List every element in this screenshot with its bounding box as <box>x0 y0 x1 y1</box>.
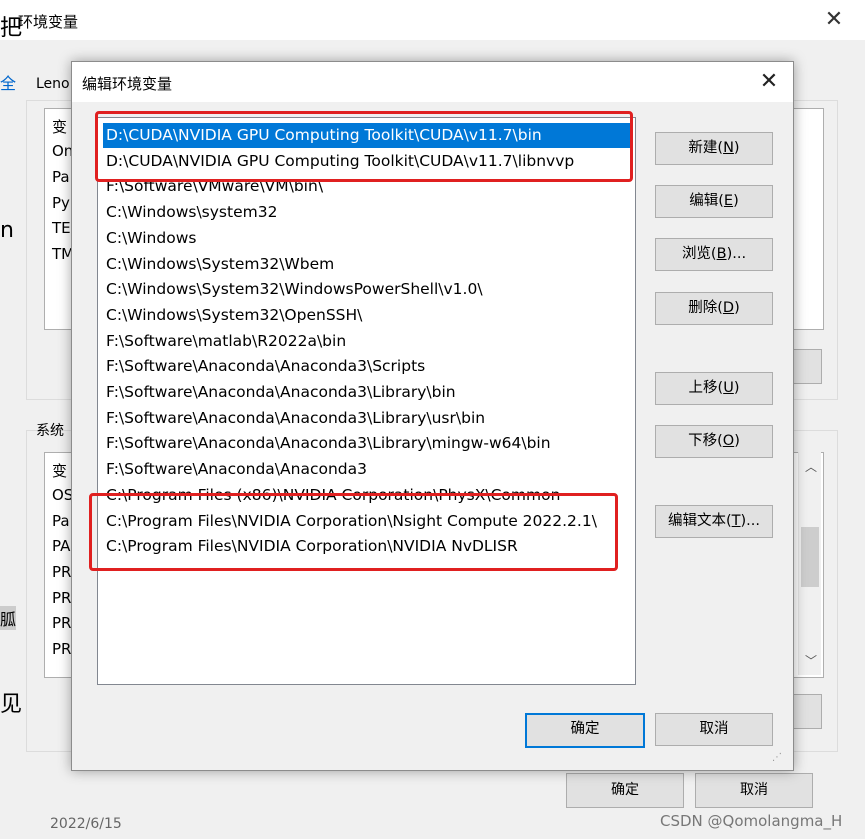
bg-system-list-item: PR <box>52 589 72 607</box>
highlight-box-nvidia <box>89 493 618 571</box>
bg-user-list-item: Py <box>52 194 70 212</box>
bg-user-group-label: Leno <box>36 76 70 92</box>
dialog-title: 编辑环境变量 <box>82 75 173 93</box>
path-list-item[interactable]: F:\Software\Anaconda\Anaconda3\Library\m… <box>103 431 551 456</box>
path-list-item[interactable]: C:\Windows\System32\Wbem <box>103 252 334 277</box>
bg-edge-char: 胍 <box>0 606 17 630</box>
new-button[interactable]: 新建(N) <box>655 132 773 165</box>
watermark: CSDN @Qomolangma_H <box>660 812 843 830</box>
dialog-title-bar: 编辑环境变量 ✕ <box>72 62 793 102</box>
bg-system-list-item: Pa <box>52 512 70 530</box>
bg-system-list-item: PA <box>52 537 71 555</box>
bg-ok-button[interactable]: 确定 <box>566 773 684 808</box>
bg-edge-char: 把 <box>0 16 23 41</box>
path-list-item[interactable]: F:\Software\matlab\R2022a\bin <box>103 329 346 354</box>
bg-edge-char: n <box>0 218 14 243</box>
bg-window-title: 环境变量 <box>18 13 79 31</box>
path-list-item[interactable]: C:\Windows\system32 <box>103 200 277 225</box>
scroll-up-icon[interactable]: ︿ <box>805 458 817 475</box>
bg-edge-char: 见 <box>0 692 23 717</box>
bg-system-list-item: PR <box>52 640 72 658</box>
delete-button[interactable]: 删除(D) <box>655 292 773 325</box>
edit-button[interactable]: 编辑(E) <box>655 185 773 218</box>
path-list-item[interactable]: F:\Software\Anaconda\Anaconda3\Library\u… <box>103 406 485 431</box>
highlight-box-cuda <box>95 111 633 182</box>
bg-user-list-item: 变 <box>52 118 68 136</box>
cancel-button[interactable]: 取消 <box>655 713 773 746</box>
ok-button[interactable]: 确定 <box>525 713 645 748</box>
bg-cancel-button[interactable]: 取消 <box>695 773 813 808</box>
bg-edge-char: 全 <box>0 74 17 93</box>
path-list-item[interactable]: F:\Software\Anaconda\Anaconda3\Scripts <box>103 354 425 379</box>
resize-grip-icon[interactable]: ⋰ <box>772 752 782 763</box>
bg-user-list-item: Pa <box>52 168 70 186</box>
edit-text-button[interactable]: 编辑文本(T)... <box>655 505 773 538</box>
bg-title-bar: 环境变量 ✕ <box>0 0 865 40</box>
bg-system-list-item: 变 <box>52 462 68 480</box>
scroll-thumb[interactable] <box>801 527 819 587</box>
path-list-item[interactable]: C:\Windows\System32\WindowsPowerShell\v1… <box>103 277 483 302</box>
move-down-button[interactable]: 下移(O) <box>655 425 773 458</box>
bg-user-button-partial[interactable] <box>792 349 822 384</box>
path-list-item[interactable]: C:\Windows <box>103 226 196 251</box>
path-list-item[interactable]: F:\Software\Anaconda\Anaconda3\Library\b… <box>103 380 456 405</box>
move-up-button[interactable]: 上移(U) <box>655 372 773 405</box>
bg-system-button-partial[interactable] <box>792 694 822 729</box>
bg-system-list-item: PR <box>52 563 72 581</box>
bg-user-list-item: TE <box>52 219 71 237</box>
bg-system-group-label: 系统 <box>36 423 64 439</box>
path-list-item[interactable]: C:\Windows\System32\OpenSSH\ <box>103 303 362 328</box>
path-list[interactable]: D:\CUDA\NVIDIA GPU Computing Toolkit\CUD… <box>97 117 636 685</box>
scroll-down-icon[interactable]: ﹀ <box>805 652 817 669</box>
bg-system-list-item: PR <box>52 614 72 632</box>
browse-button[interactable]: 浏览(B)... <box>655 238 773 271</box>
close-icon[interactable]: ✕ <box>754 67 784 97</box>
bg-system-scrollbar[interactable]: ︿ ﹀ <box>798 452 821 675</box>
path-list-item[interactable]: F:\Software\Anaconda\Anaconda3 <box>103 457 367 482</box>
bg-close-icon[interactable]: ✕ <box>820 6 848 34</box>
bg-date-text: 2022/6/15 <box>50 816 122 832</box>
